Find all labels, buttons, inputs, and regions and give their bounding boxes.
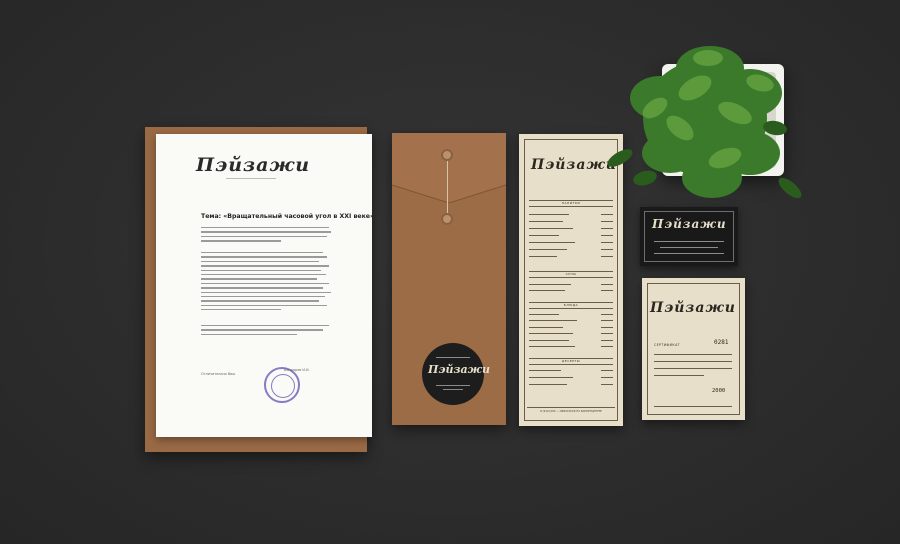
card-line [654, 253, 724, 254]
certificate-title: СЕРТИФИКАТ [654, 343, 681, 347]
string-button-bottom [441, 213, 453, 225]
menu-section-desserts: ДЕСЕРТЫ [529, 358, 613, 365]
sticker-line [436, 357, 470, 358]
menu-row [529, 290, 613, 292]
menu-row [529, 256, 613, 258]
certificate-footer-line [654, 406, 732, 407]
certificate-amount: 2000 [712, 388, 726, 394]
sticker-line [436, 385, 470, 386]
menu-row [529, 346, 613, 348]
sticker-line [443, 389, 463, 390]
menu-section-soups: СУПЫ [529, 271, 613, 278]
menu-row [529, 377, 613, 379]
menu-section-label: СУПЫ [565, 272, 577, 276]
menu-footer: 8 (910) 000 — СВЯЗАТЬСЯ НА БАНКЕТЦЕНТРЕ [527, 407, 615, 416]
letter-paragraph-2 [201, 252, 331, 313]
menu-row [529, 327, 613, 329]
menu-section-label: БЛЮДА [563, 303, 579, 307]
plant-leaves [607, 46, 802, 199]
gift-certificate: Пэйзажи СЕРТИФИКАТ 0281 2000 [642, 278, 745, 420]
letter-paragraph-1 [201, 227, 331, 245]
desk-surface: Пэйзажи Тема: «Вращательный часовой угол… [0, 0, 900, 544]
round-sticker: Пэйзажи [422, 343, 490, 405]
menu-row [529, 370, 613, 372]
purple-stamp [264, 367, 300, 403]
letterhead-sheet: Пэйзажи Тема: «Вращательный часовой угол… [156, 134, 374, 437]
menu-section-dishes: БЛЮДА [529, 302, 613, 309]
menu-row [529, 235, 613, 237]
kraft-envelope: Пэйзажи [392, 133, 506, 425]
flap-edge [392, 184, 506, 203]
menu-row [529, 320, 613, 322]
card-line [654, 241, 724, 242]
certificate-line [654, 361, 732, 362]
menu-row [529, 384, 613, 386]
card-line [660, 247, 718, 248]
certificate-line [654, 368, 732, 369]
logo-underline [226, 178, 276, 183]
certificate-number: 0281 [714, 339, 729, 346]
menu-row [529, 333, 613, 335]
menu-row [529, 284, 613, 286]
menu-row [529, 242, 613, 244]
certificate-line [654, 354, 732, 355]
menu-section-label: ДЕСЕРТЫ [561, 359, 581, 363]
signature-label: Отличительно Ваш [201, 372, 236, 376]
menu-row [529, 340, 613, 342]
letterhead-heading: Тема: «Вращательный часовой угол в XXI в… [201, 213, 374, 220]
letter-paragraph-3 [201, 325, 331, 338]
certificate-logo: Пэйзажи [650, 300, 736, 316]
menu-row [529, 314, 613, 316]
menu-row [529, 228, 613, 230]
sticker-logo: Пэйзажи [428, 363, 490, 376]
menu-row [529, 249, 613, 251]
signature-name: Бондарев И.И. [284, 368, 310, 372]
certificate-line [654, 375, 704, 376]
string-button-top [441, 149, 453, 161]
letterhead-logo: Пэйзажи [196, 154, 311, 176]
envelope-string [447, 157, 448, 219]
